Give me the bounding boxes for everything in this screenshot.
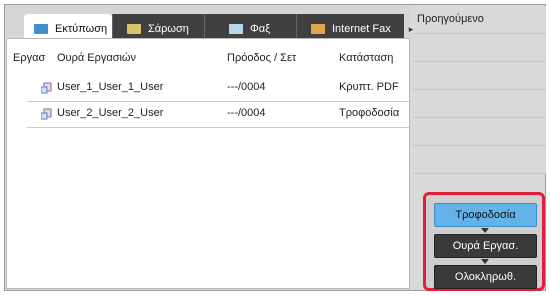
- internet-fax-icon: [311, 24, 325, 34]
- status-mode-selector: Τροφοδοσία Ουρά Εργασ. Ολοκληρωθ.: [423, 192, 545, 291]
- header-job-queue: Ουρά Εργασιών: [57, 52, 137, 64]
- right-empty-button[interactable]: [413, 90, 546, 118]
- right-empty-button[interactable]: [413, 118, 546, 146]
- job-user: User_1_User_1_User: [57, 81, 164, 93]
- right-empty-button[interactable]: [413, 34, 546, 62]
- job-icon: [41, 108, 52, 120]
- job-icon: [41, 82, 52, 94]
- header-status: Κατάσταση: [339, 52, 394, 64]
- fax-icon: [229, 24, 243, 34]
- previous-button[interactable]: Προηγούμενο: [413, 6, 546, 34]
- tab-scan-label: Σάρωση: [148, 23, 189, 35]
- scan-icon: [127, 24, 141, 34]
- job-status: Κρυπτ. PDF: [339, 81, 399, 93]
- tab-print-label: Εκτύπωση: [55, 23, 108, 35]
- header-job: Εργασ: [13, 52, 46, 64]
- down-arrow-icon: [481, 259, 489, 264]
- print-icon: [34, 24, 48, 34]
- down-arrow-icon: [481, 228, 489, 233]
- right-button-column: Προηγούμενο: [413, 6, 546, 186]
- table-row[interactable]: User_1_User_1_User ---/0004 Κρυπτ. PDF: [27, 75, 409, 102]
- header-progress: Πρόοδος / Σετ: [227, 52, 297, 64]
- job-progress: ---/0004: [227, 107, 266, 119]
- right-empty-button[interactable]: [413, 62, 546, 90]
- tab-bar: Εκτύπωση Σάρωση Φαξ Internet Fax ▸: [6, 6, 413, 44]
- job-progress: ---/0004: [227, 81, 266, 93]
- tab-internet-fax-label: Internet Fax: [332, 23, 391, 35]
- job-user: User_2_User_2_User: [57, 107, 164, 119]
- complete-button[interactable]: Ολοκληρωθ.: [434, 265, 537, 289]
- tab-fax-label: Φαξ: [250, 23, 271, 35]
- spool-button[interactable]: Τροφοδοσία: [434, 203, 537, 227]
- right-empty-button[interactable]: [413, 146, 546, 174]
- job-status-panel: Εργασ Ουρά Εργασιών Πρόοδος / Σετ Κατάστ…: [6, 38, 410, 289]
- job-queue-button[interactable]: Ουρά Εργασ.: [434, 234, 537, 258]
- job-status: Τροφοδοσία: [339, 107, 400, 119]
- table-row[interactable]: User_2_User_2_User ---/0004 Τροφοδοσία: [27, 101, 409, 128]
